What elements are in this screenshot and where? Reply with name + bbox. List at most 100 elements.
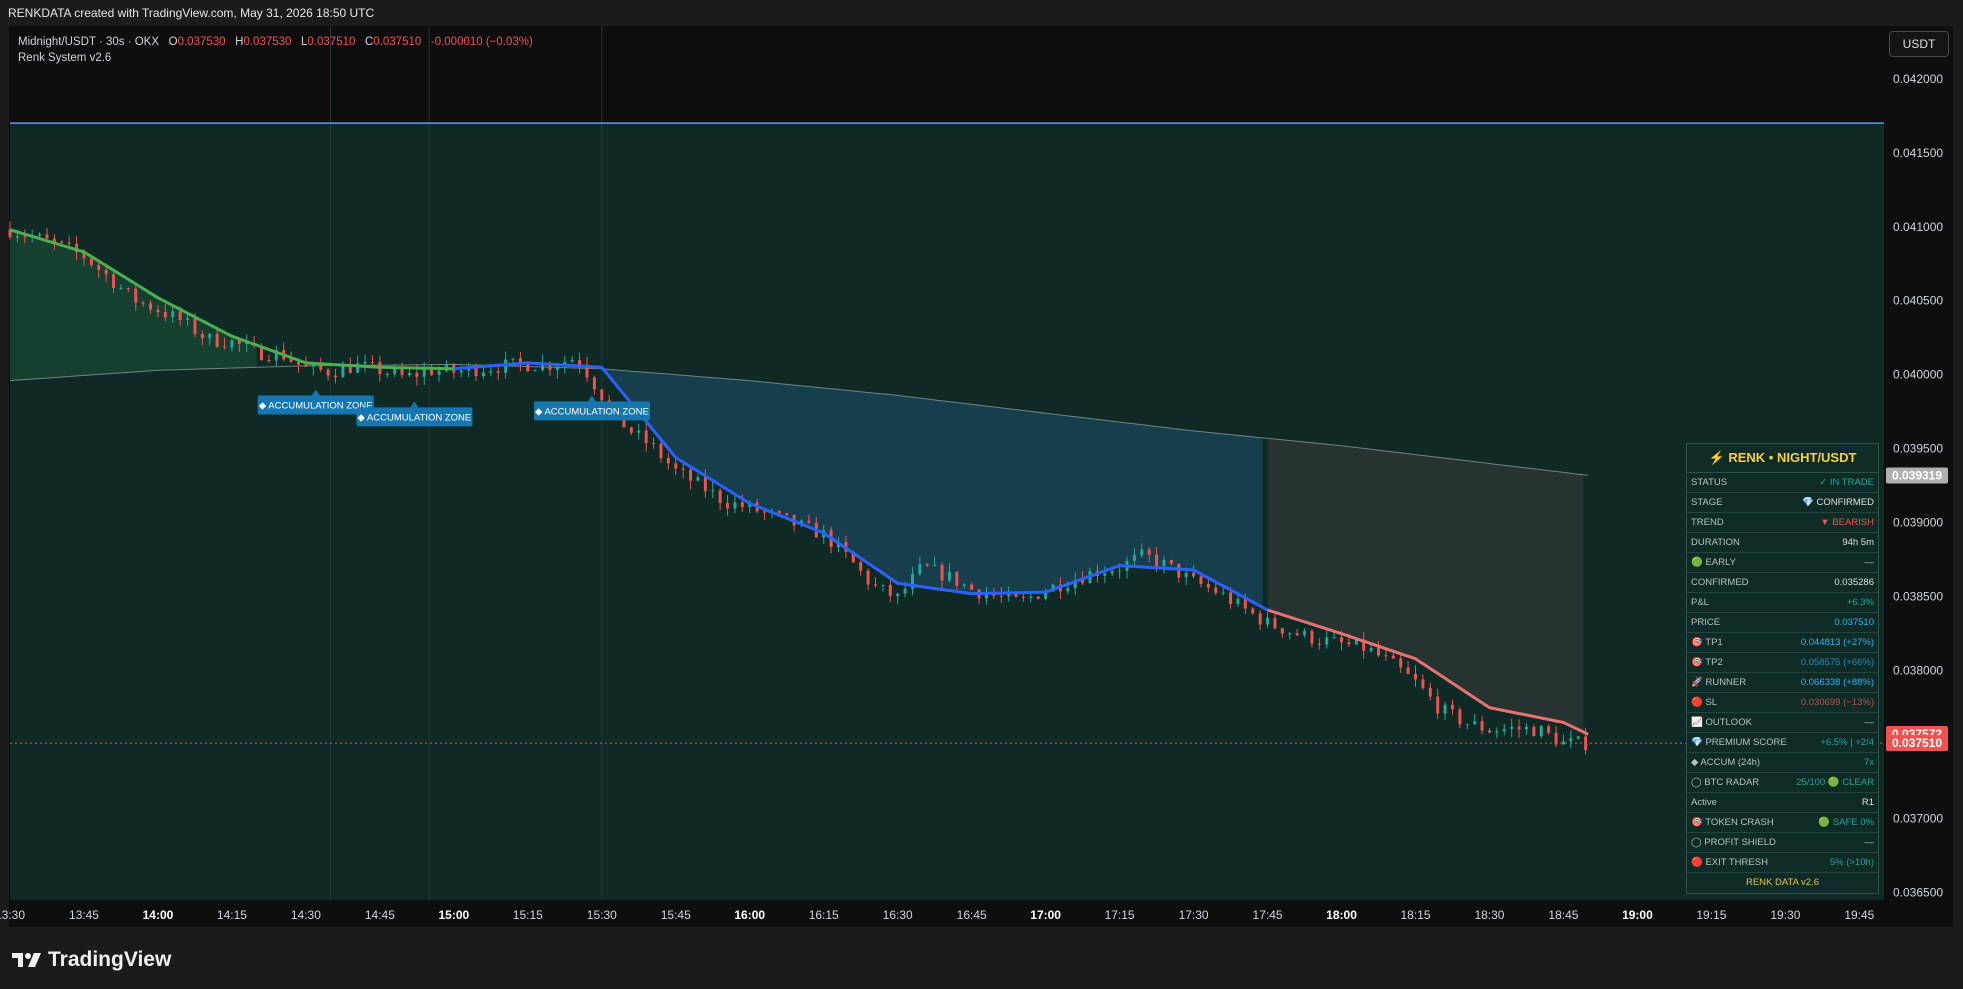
candle-body [60, 241, 64, 243]
candle-body [15, 236, 19, 238]
candle-body [1325, 637, 1329, 645]
change-value: -0.000010 (−0.03%) [430, 36, 533, 48]
candle-body [296, 361, 300, 365]
candle-body [681, 468, 685, 470]
chart-legend: Midnight/USDT · 30s · OKX O0.037530 H0.0… [18, 34, 533, 66]
open-label: O [168, 36, 178, 48]
high-value: 0.037530 [243, 36, 292, 48]
panel-row: ◯ PROFIT SHIELD — [1687, 833, 1878, 853]
panel-row: PRICE 0.037510 [1687, 613, 1878, 633]
panel-row-key: Active [1691, 797, 1717, 808]
panel-row: CONFIRMED 0.035286 [1687, 573, 1878, 593]
y-axis-tick-label: 0.038500 [1893, 590, 1943, 604]
panel-row-value: 0.030699 (−13%) [1800, 697, 1874, 708]
panel-row-key: P&L [1691, 597, 1709, 608]
candle-body [970, 584, 974, 590]
panel-row: ◆ ACCUM (24h) 7x [1687, 753, 1878, 773]
candle-body [1192, 572, 1196, 577]
panel-row-key: 🎯 TP2 [1691, 657, 1723, 668]
candle-body [23, 236, 27, 238]
panel-row-key: DURATION [1691, 537, 1740, 548]
candle-body [208, 333, 212, 339]
candle-body [1303, 630, 1307, 636]
candle-body [1332, 637, 1336, 639]
candle-body [1539, 726, 1543, 737]
candle-body [45, 234, 49, 239]
panel-row-value: +6.3% [1846, 597, 1874, 608]
candle-body [1036, 596, 1040, 599]
currency-button[interactable]: USDT [1889, 31, 1949, 57]
y-axis-tick-label: 0.038000 [1893, 664, 1943, 678]
candle-body [38, 234, 42, 236]
panel-row-value: R1 [1861, 797, 1874, 808]
candle-body [1147, 549, 1151, 555]
panel-row-key: 🎯 TOKEN CRASH [1691, 817, 1774, 828]
candle-body [940, 564, 944, 581]
candle-body [200, 334, 204, 339]
candle-body [393, 368, 397, 375]
candle-body [1487, 730, 1491, 733]
candle-body [644, 430, 648, 444]
candle-body [141, 302, 145, 304]
panel-row: 🚀 RUNNER 0.066338 (+88%) [1687, 673, 1878, 693]
candle-body [592, 377, 596, 390]
candle-body [740, 502, 744, 507]
candle-body [1295, 633, 1299, 636]
panel-row: 🎯 TP2 0.058575 (+66%) [1687, 653, 1878, 673]
panel-row-key: 🔴 SL [1691, 697, 1718, 708]
candle-body [163, 312, 167, 318]
candle-body [637, 430, 641, 433]
price-chart[interactable]: ◆ ACCUMULATION ZONE◆ ACCUMULATION ZONE◆ … [0, 0, 1963, 989]
candle-body [171, 311, 175, 318]
panel-row-key: 🟢 EARLY [1691, 557, 1736, 568]
x-axis-tick-label: 18:15 [1400, 908, 1430, 922]
candle-body [385, 374, 389, 376]
candle-body [1532, 726, 1536, 737]
panel-row-value: 🟢 SAFE 0% [1818, 817, 1874, 828]
x-axis-tick-label: 16:45 [957, 908, 987, 922]
candle-body [289, 359, 293, 362]
candle-body [918, 564, 922, 575]
panel-row-value: +6.5% | +2/4 [1820, 737, 1874, 748]
candle-body [1377, 648, 1381, 656]
candle-body [149, 303, 153, 310]
panel-row-value: 0.066338 (+88%) [1800, 677, 1874, 688]
candle-body [1236, 598, 1240, 605]
candle-body [1576, 736, 1580, 739]
candle-body [215, 333, 219, 347]
panel-row: 🔴 EXIT THRESH 5% (>10h) [1687, 853, 1878, 873]
candle-body [459, 370, 463, 373]
candle-body [1184, 572, 1188, 578]
candle-body [481, 372, 485, 377]
panel-row: STATUS ✓ IN TRADE [1687, 473, 1878, 493]
candle-body [1199, 576, 1203, 585]
x-axis-tick-label: 18:45 [1548, 908, 1578, 922]
panel-row-value: — [1864, 557, 1875, 568]
candle-body [1155, 554, 1159, 567]
candle-body [570, 359, 574, 362]
panel-row: TREND ▼ BEARISH [1687, 513, 1878, 533]
candle-body [1021, 596, 1025, 598]
candle-body [1436, 696, 1440, 714]
candle-body [1384, 655, 1388, 657]
candle-body [763, 511, 767, 513]
candle-body [555, 366, 559, 370]
panel-row-value: — [1864, 837, 1875, 848]
candle-body [696, 477, 700, 481]
low-value: 0.037510 [307, 36, 356, 48]
candle-body [97, 265, 101, 270]
panel-row: 📈 OUTLOOK — [1687, 713, 1878, 733]
candle-body [733, 502, 737, 509]
candle-body [526, 363, 530, 372]
tradingview-logo[interactable]: TradingView [12, 948, 171, 972]
panel-row-key: STATUS [1691, 477, 1728, 488]
candle-body [1340, 637, 1344, 643]
candle-body [1273, 617, 1277, 629]
accumulation-zone-label: ◆ ACCUMULATION ZONE [259, 401, 373, 412]
x-axis-tick-label: 14:15 [217, 908, 247, 922]
candle-body [186, 318, 190, 321]
indicator-label[interactable]: Renk System v2.6 [18, 50, 533, 66]
candle-body [1310, 630, 1314, 644]
symbol-label[interactable]: Midnight/USDT · 30s · OKX [18, 36, 159, 48]
panel-row: 🟢 EARLY — [1687, 553, 1878, 573]
